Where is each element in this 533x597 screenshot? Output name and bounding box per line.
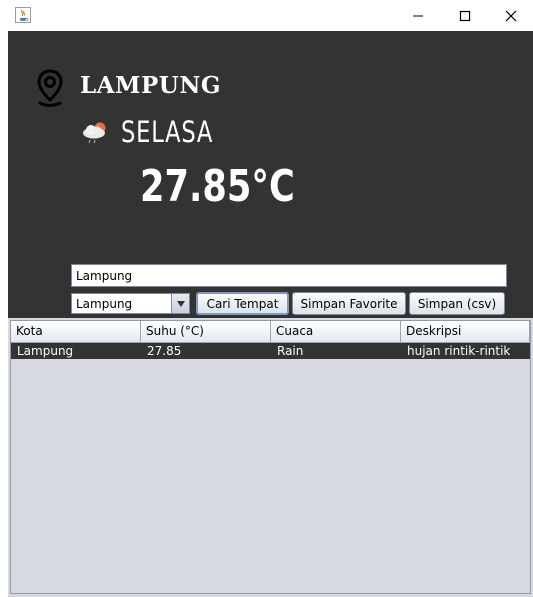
java-cup-icon (15, 7, 31, 23)
city-combobox[interactable]: Lampung (71, 293, 190, 314)
chevron-down-icon[interactable] (171, 294, 189, 313)
combo-selected-value: Lampung (76, 297, 133, 311)
day-label: SELASA (121, 115, 214, 149)
city-title: LAMPUNG (80, 72, 221, 99)
minimize-button[interactable] (395, 0, 441, 31)
table-header: Kota Suhu (°C) Cuaca Deskripsi (11, 321, 530, 343)
column-header-kota[interactable]: Kota (11, 321, 141, 343)
maximize-icon (459, 10, 471, 21)
column-header-deskripsi[interactable]: Deskripsi (401, 321, 530, 343)
column-header-suhu[interactable]: Suhu (°C) (141, 321, 271, 343)
table-row[interactable]: Lampung 27.85 Rain hujan rintik-rintik (11, 343, 530, 359)
search-input[interactable] (71, 264, 507, 287)
minimize-icon (413, 15, 423, 16)
temperature-label: 27.85°C (140, 161, 295, 212)
maximize-button[interactable] (442, 0, 488, 31)
close-icon (505, 10, 517, 21)
map-pin-icon (36, 69, 64, 109)
weather-header-panel: LAMPUNG SELASA 27.85°C Lampung Cari Temp… (8, 31, 533, 318)
title-bar (0, 0, 533, 31)
content-pane: LAMPUNG SELASA 27.85°C Lampung Cari Temp… (8, 31, 533, 597)
table-cell-cuaca: Rain (277, 344, 304, 358)
weather-table: Kota Suhu (°C) Cuaca Deskripsi Lampung 2… (10, 320, 531, 594)
save-favorite-button[interactable]: Simpan Favorite (292, 292, 406, 315)
save-csv-button[interactable]: Simpan (csv) (409, 292, 505, 315)
table-cell-deskripsi: hujan rintik-rintik (407, 344, 511, 358)
table-cell-suhu: 27.85 (147, 344, 182, 358)
table-cell-kota: Lampung (17, 344, 74, 358)
column-header-cuaca[interactable]: Cuaca (271, 321, 401, 343)
close-button[interactable] (488, 0, 533, 31)
search-place-button[interactable]: Cari Tempat (196, 292, 289, 315)
cloud-sun-rain-icon (81, 120, 109, 144)
